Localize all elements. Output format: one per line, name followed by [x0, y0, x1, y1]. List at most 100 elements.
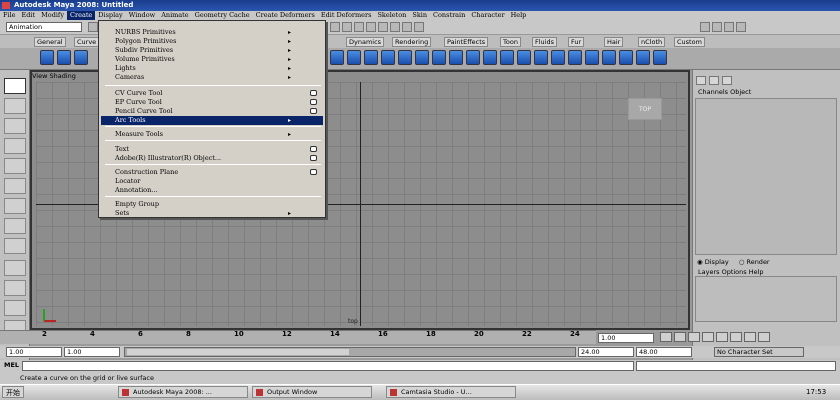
layer-editor-body[interactable]	[695, 276, 837, 322]
channel-tab-2-icon[interactable]	[709, 76, 719, 85]
menu-window[interactable]: Window	[126, 11, 158, 20]
playback-start-field[interactable]: 1.00	[64, 347, 120, 357]
snap-grid-icon[interactable]	[330, 22, 340, 32]
step-back-frame-icon[interactable]	[688, 332, 700, 342]
render-settings-icon[interactable]	[414, 22, 424, 32]
menu-edit-deformers[interactable]: Edit Deformers	[318, 11, 375, 20]
display-radio[interactable]: ◉ Display	[697, 258, 729, 266]
channel-box-icon[interactable]	[724, 22, 734, 32]
shelf-tool-7-icon[interactable]	[432, 50, 446, 65]
menu-item-nurbs-primitives[interactable]: NURBS Primitives	[115, 28, 176, 37]
range-slider-handle[interactable]	[127, 349, 349, 355]
soft-mod-tool-icon[interactable]	[4, 218, 26, 234]
menu-animate[interactable]: Animate	[158, 11, 191, 20]
option-box-icon[interactable]	[310, 169, 317, 175]
shelf-tool-12-icon[interactable]	[517, 50, 531, 65]
shelf-tool-6-icon[interactable]	[415, 50, 429, 65]
menu-item-text[interactable]: Text	[115, 145, 129, 154]
menu-item-construction-plane[interactable]: Construction Plane	[115, 168, 178, 177]
shelf-tool-13-icon[interactable]	[534, 50, 548, 65]
menu-item-adobe-r-illustrator-r-object[interactable]: Adobe(R) Illustrator(R) Object...	[115, 154, 221, 163]
menu-file[interactable]: File	[0, 11, 19, 20]
shelf-tool-8-icon[interactable]	[449, 50, 463, 65]
step-forward-frame-icon[interactable]	[730, 332, 742, 342]
render-icon[interactable]	[390, 22, 400, 32]
shelf-tool-1-icon[interactable]	[330, 50, 344, 65]
menu-modify[interactable]: Modify	[38, 11, 67, 20]
tab-ncloth[interactable]: nCloth	[638, 37, 666, 47]
tab-dynamics[interactable]: Dynamics	[346, 37, 385, 47]
start-button[interactable]: 开始	[2, 386, 24, 398]
ipr-render-icon[interactable]	[402, 22, 412, 32]
attribute-editor-icon[interactable]	[700, 22, 710, 32]
sphere-icon[interactable]	[40, 50, 54, 65]
shelf-tool-10-icon[interactable]	[483, 50, 497, 65]
tab-painteffects[interactable]: PaintEffects	[444, 37, 489, 47]
channel-box-menu[interactable]: Channels Object	[698, 88, 751, 96]
mel-command-input[interactable]	[22, 361, 634, 371]
channel-tab-3-icon[interactable]	[722, 76, 732, 85]
snap-point-icon[interactable]	[354, 22, 364, 32]
mode-selector[interactable]: Animation	[6, 22, 82, 32]
option-box-icon[interactable]	[310, 99, 317, 105]
shelf-tool-20-icon[interactable]	[653, 50, 667, 65]
step-back-key-icon[interactable]	[674, 332, 686, 342]
snap-surface-icon[interactable]	[366, 22, 376, 32]
shelf-tool-19-icon[interactable]	[636, 50, 650, 65]
menu-item-pencil-curve-tool[interactable]: Pencil Curve Tool	[115, 107, 173, 116]
shelf-tool-18-icon[interactable]	[619, 50, 633, 65]
option-box-icon[interactable]	[310, 108, 317, 114]
view-cube[interactable]: TOP	[628, 98, 662, 120]
select-tool-icon[interactable]	[4, 78, 26, 94]
taskbar-camtasia-button[interactable]: Camtasia Studio - U...	[386, 386, 516, 398]
menu-help[interactable]: Help	[508, 11, 530, 20]
tab-fluids[interactable]: Fluids	[532, 37, 557, 47]
menu-skin[interactable]: Skin	[409, 11, 430, 20]
menu-item-annotation[interactable]: Annotation...	[115, 186, 157, 195]
scale-tool-icon[interactable]	[4, 178, 26, 194]
manipulator-tool-icon[interactable]	[4, 198, 26, 214]
menu-item-locator[interactable]: Locator	[115, 177, 140, 186]
range-slider[interactable]	[124, 347, 576, 357]
tab-curve[interactable]: Curve	[74, 37, 100, 47]
menu-item-sets[interactable]: Sets	[115, 209, 129, 218]
shelf-tool-17-icon[interactable]	[602, 50, 616, 65]
layout-single-icon[interactable]	[4, 260, 26, 276]
current-frame-field[interactable]: 1.00	[598, 333, 654, 343]
shelf-tool-3-icon[interactable]	[364, 50, 378, 65]
shelf-tool-16-icon[interactable]	[585, 50, 599, 65]
shelf-tool-4-icon[interactable]	[381, 50, 395, 65]
menu-item-volume-primitives[interactable]: Volume Primitives	[115, 55, 175, 64]
layer-editor-menu[interactable]: Layers Options Help	[698, 268, 764, 276]
playback-end-field[interactable]: 24.00	[578, 347, 634, 357]
snap-curve-icon[interactable]	[342, 22, 352, 32]
shelf-tool-14-icon[interactable]	[551, 50, 565, 65]
menu-item-cv-curve-tool[interactable]: CV Curve Tool	[115, 89, 162, 98]
option-box-icon[interactable]	[310, 155, 317, 161]
tab-custom[interactable]: Custom	[674, 37, 705, 47]
step-forward-key-icon[interactable]	[744, 332, 756, 342]
render-radio[interactable]: ○ Render	[739, 258, 770, 266]
tab-general[interactable]: General	[34, 37, 66, 47]
shelf-tool-5-icon[interactable]	[398, 50, 412, 65]
menu-create[interactable]: Create	[67, 11, 96, 20]
shelf-tool-9-icon[interactable]	[466, 50, 480, 65]
play-forward-icon[interactable]	[716, 332, 728, 342]
tab-toon[interactable]: Toon	[500, 37, 521, 47]
rotate-tool-icon[interactable]	[4, 158, 26, 174]
go-to-start-icon[interactable]	[660, 332, 672, 342]
shelf-tool-15-icon[interactable]	[568, 50, 582, 65]
channel-tab-1-icon[interactable]	[696, 76, 706, 85]
end-time-field[interactable]: 48.00	[636, 347, 692, 357]
menu-create-deformers[interactable]: Create Deformers	[253, 11, 318, 20]
tab-hair[interactable]: Hair	[604, 37, 624, 47]
new-scene-icon[interactable]	[88, 22, 98, 32]
shelf-tool-11-icon[interactable]	[500, 50, 514, 65]
channel-box-body[interactable]	[695, 98, 837, 255]
option-box-icon[interactable]	[310, 146, 317, 152]
paint-select-tool-icon[interactable]	[4, 118, 26, 134]
go-to-end-icon[interactable]	[758, 332, 770, 342]
tab-fur[interactable]: Fur	[568, 37, 585, 47]
lasso-tool-icon[interactable]	[4, 98, 26, 114]
tab-rendering[interactable]: Rendering	[392, 37, 432, 47]
